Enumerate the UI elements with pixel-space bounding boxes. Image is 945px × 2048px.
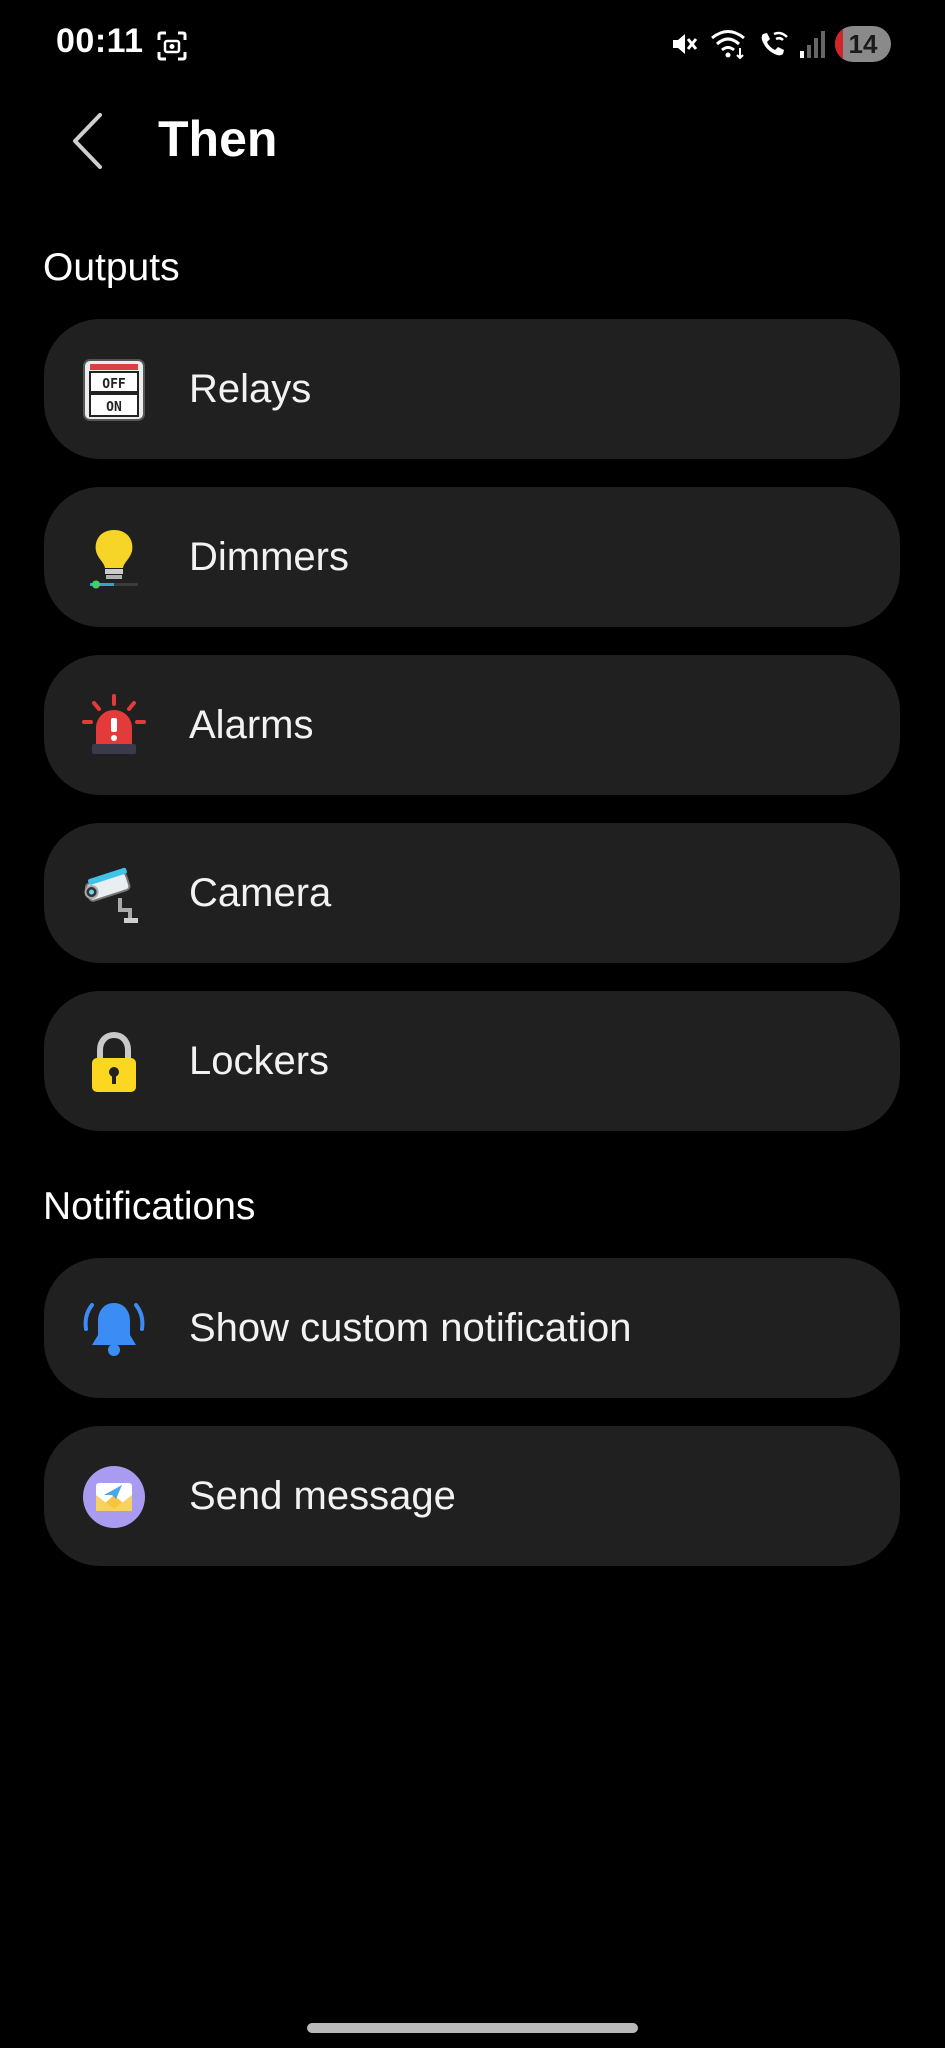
app-header: Then [0,92,945,192]
battery-fill [835,26,843,62]
page-title: Then [158,111,278,167]
list-item-label: Camera [189,870,332,915]
dimmer-bulb-icon [82,526,146,590]
camera-icon [82,862,146,926]
list-item-relays[interactable]: OFF ON Relays [44,319,900,459]
signal-icon [799,29,825,59]
list-item-label: Lockers [189,1038,330,1083]
bell-icon [82,1297,146,1361]
home-indicator[interactable] [307,2023,638,2033]
list-item-dimmers[interactable]: Dimmers [44,487,900,627]
alarm-siren-icon [82,694,146,758]
message-icon [82,1465,146,1529]
list-item-alarms[interactable]: Alarms [44,655,900,795]
list-item-lockers[interactable]: Lockers [44,991,900,1131]
list-item-label: Show custom notification [189,1305,632,1350]
mute-icon [669,29,699,59]
screen-capture-icon [156,30,188,62]
outputs-list: OFF ON Relays Dimmers Alarms Camera Lock… [44,319,900,1159]
relay-switch-icon: OFF ON [82,358,146,422]
status-icons: 14 [669,26,891,62]
section-title-outputs: Outputs [43,246,180,289]
list-item-show-custom-notification[interactable]: Show custom notification [44,1258,900,1398]
svg-text:ON: ON [106,400,122,415]
lock-icon [82,1030,146,1094]
battery-indicator: 14 [835,26,891,62]
wifi-icon [709,28,747,60]
wifi-call-icon [757,28,789,60]
list-item-label: Dimmers [189,534,349,579]
list-item-send-message[interactable]: Send message [44,1426,900,1566]
battery-level: 14 [848,28,878,59]
chevron-left-icon [73,113,102,169]
list-item-label: Send message [189,1473,456,1518]
section-title-notifications: Notifications [43,1185,256,1228]
list-item-camera[interactable]: Camera [44,823,900,963]
status-bar: 00:11 14 [0,0,945,92]
svg-text:OFF: OFF [102,377,126,392]
back-button[interactable] [52,106,122,176]
list-item-label: Relays [189,366,312,411]
status-time: 00:11 [56,22,144,60]
list-item-label: Alarms [189,702,314,747]
notifications-list: Show custom notification Send message [44,1258,900,1594]
